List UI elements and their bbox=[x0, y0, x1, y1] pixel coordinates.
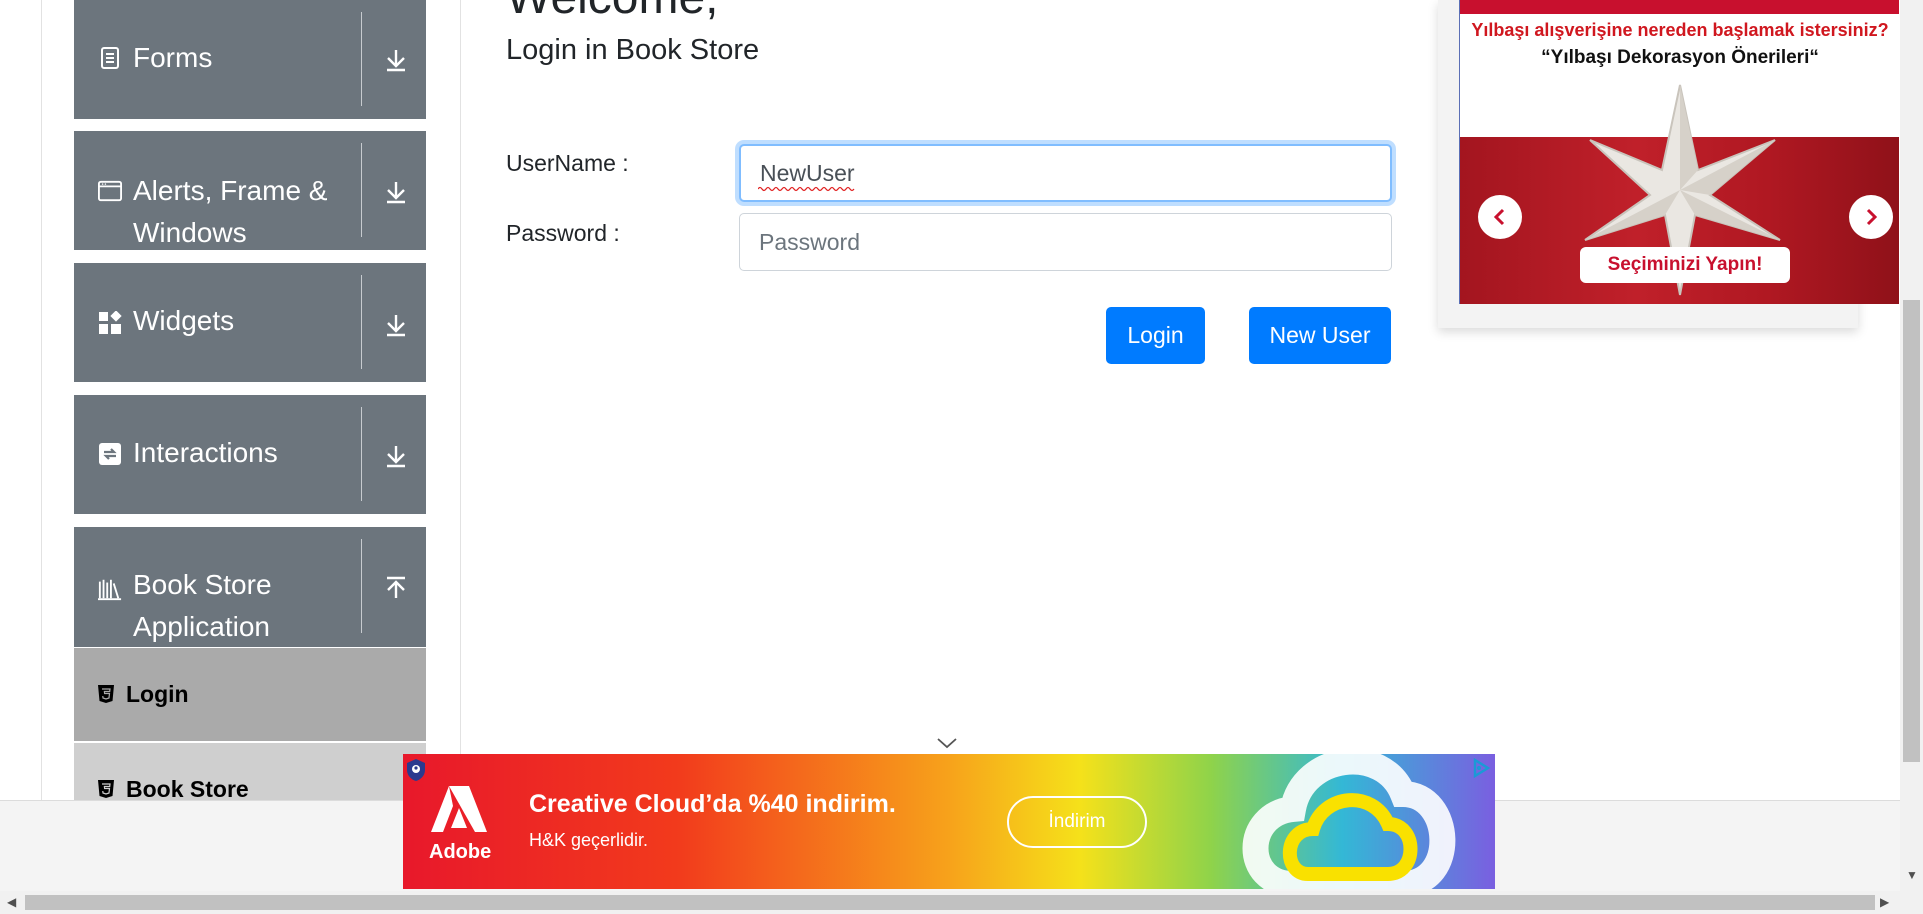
ad-title: “Yılbaşı Dekorasyon Önerileri“ bbox=[1541, 47, 1819, 68]
expand-arrow-icon[interactable] bbox=[384, 442, 408, 470]
chevron-down-icon[interactable] bbox=[936, 736, 958, 750]
adobe-logo-icon bbox=[431, 786, 487, 832]
adobe-logo: Adobe bbox=[429, 784, 492, 864]
spellcheck-underline bbox=[758, 186, 855, 192]
scroll-left-arrow-icon[interactable]: ◀ bbox=[7, 895, 16, 909]
collapse-arrow-icon[interactable] bbox=[384, 574, 408, 602]
new-user-button[interactable]: New User bbox=[1249, 307, 1391, 364]
vertical-scrollbar-thumb[interactable] bbox=[1903, 300, 1920, 762]
sidebar-group-bookstore[interactable]: Book Store Application bbox=[74, 527, 426, 647]
bookshelf-icon bbox=[98, 577, 122, 601]
vertical-scrollbar[interactable]: ▼ bbox=[1900, 0, 1923, 891]
ad-top-strip bbox=[1460, 0, 1899, 14]
banner-subline: H&K geçerlidir. bbox=[529, 830, 649, 850]
carousel-prev-button[interactable] bbox=[1478, 195, 1522, 239]
divider bbox=[361, 143, 362, 237]
expand-arrow-icon[interactable] bbox=[384, 311, 408, 339]
divider bbox=[361, 539, 362, 633]
username-input[interactable] bbox=[739, 144, 1392, 202]
sidebar-group-widgets[interactable]: Widgets bbox=[74, 263, 426, 382]
adobe-wordmark: Adobe bbox=[429, 841, 492, 863]
form-icon bbox=[98, 46, 122, 70]
banner-discount-button[interactable]: İndirim bbox=[1007, 796, 1147, 848]
scroll-right-arrow-icon[interactable]: ▶ bbox=[1880, 895, 1889, 909]
chevron-left-icon bbox=[1493, 208, 1505, 226]
divider bbox=[361, 12, 362, 106]
sidebar-item-login[interactable]: Login bbox=[74, 648, 426, 741]
widgets-icon bbox=[98, 311, 122, 335]
banner-headline: Creative Cloud’da %40 indirim. bbox=[529, 790, 896, 818]
divider bbox=[361, 275, 362, 369]
sidebar-group-label: Alerts, Frame & bbox=[133, 175, 328, 206]
login-button[interactable]: Login bbox=[1106, 307, 1205, 364]
html5-icon bbox=[96, 683, 116, 705]
ad-christmas[interactable]: Yılbaşı alışverişine nereden başlamak is… bbox=[1459, 0, 1899, 304]
ad-question: Yılbaşı alışverişine nereden başlamak is… bbox=[1471, 20, 1889, 40]
sidebar-group-alerts[interactable]: Alerts, Frame & Windows bbox=[74, 131, 426, 250]
sidebar-item-book-store[interactable]: Book Store bbox=[74, 743, 426, 800]
adobe-banner-ad[interactable]: Adobe Creative Cloud’da %40 indirim. H&K… bbox=[403, 754, 1495, 889]
creative-cloud-logo bbox=[1242, 754, 1456, 889]
scroll-down-arrow-icon[interactable]: ▼ bbox=[1906, 868, 1918, 882]
sidebar-group-interactions[interactable]: Interactions bbox=[74, 395, 426, 514]
welcome-heading: Welcome, bbox=[506, 0, 719, 26]
horizontal-scrollbar[interactable]: ◀ ▶ bbox=[0, 891, 1923, 914]
carousel-next-button[interactable] bbox=[1849, 195, 1893, 239]
sidebar-group-label: Interactions bbox=[133, 437, 278, 468]
interactions-icon bbox=[98, 442, 122, 466]
sidebar-group-label: Book Store bbox=[133, 569, 272, 600]
sidebar-item-label: Book Store bbox=[126, 776, 249, 800]
ad-cta-button[interactable]: Seçiminizi Yapın! bbox=[1580, 247, 1790, 283]
sidebar-group-label: Forms bbox=[133, 42, 213, 73]
sidebar-left-border bbox=[41, 0, 42, 800]
divider bbox=[361, 407, 362, 501]
sidebar-item-label: Login bbox=[126, 681, 189, 707]
password-label: Password : bbox=[506, 220, 620, 246]
password-input[interactable] bbox=[739, 213, 1392, 271]
sidebar-group-label-line2: Windows bbox=[133, 217, 247, 248]
sidebar: Forms Alerts, Frame & Windows Widgets In… bbox=[74, 0, 426, 800]
sidebar-group-label-line2: Application bbox=[133, 611, 270, 642]
horizontal-scrollbar-thumb[interactable] bbox=[25, 895, 1875, 910]
main-left-border bbox=[460, 0, 461, 800]
ad-privacy-icon[interactable] bbox=[405, 758, 427, 782]
adchoices-icon[interactable] bbox=[1471, 758, 1491, 778]
expand-arrow-icon[interactable] bbox=[384, 178, 408, 206]
username-label: UserName : bbox=[506, 150, 629, 176]
sidebar-group-forms[interactable]: Forms bbox=[74, 0, 426, 119]
page-title: Login in Book Store bbox=[506, 34, 760, 66]
html5-icon bbox=[96, 778, 116, 800]
sidebar-group-label: Widgets bbox=[133, 305, 235, 336]
window-icon bbox=[98, 179, 122, 203]
expand-arrow-icon[interactable] bbox=[384, 46, 408, 74]
chevron-right-icon bbox=[1866, 208, 1878, 226]
